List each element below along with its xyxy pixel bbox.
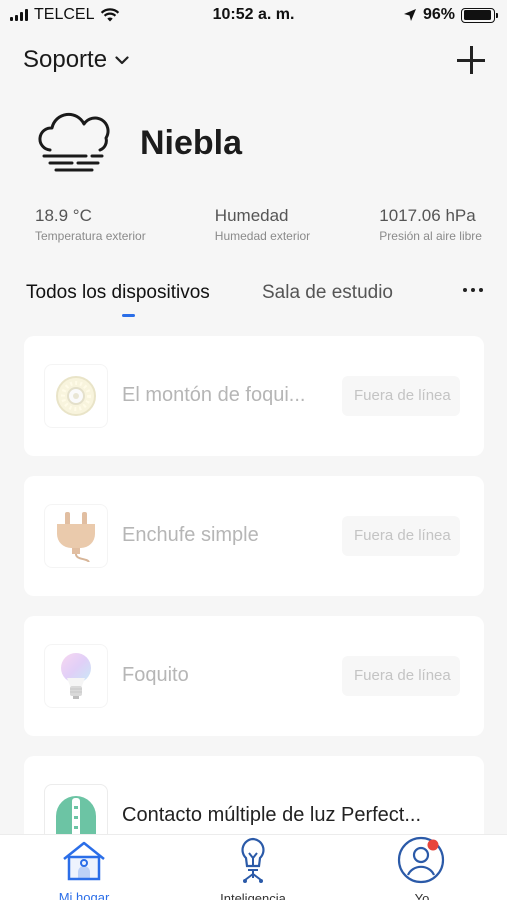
device-card[interactable]: Enchufe simple Fuera de línea <box>24 476 484 596</box>
stat-value: 1017.06 hPa <box>379 206 476 225</box>
active-tab-indicator <box>122 314 135 317</box>
device-name: Contacto múltiple de luz Perfect... <box>122 804 422 826</box>
light-strip-icon <box>44 364 108 428</box>
stat-label: Humedad exterior <box>214 229 311 243</box>
battery-icon <box>461 7 498 23</box>
room-tabs: Todos los dispositivos Sala de estudio <box>26 278 483 324</box>
profile-icon <box>397 836 445 884</box>
weather-summary: Niebla <box>36 112 242 174</box>
bottom-navigation: Mi hogar Inteligencia Yo <box>0 834 507 900</box>
location-arrow-icon <box>403 9 416 21</box>
offline-badge: Fuera de línea <box>342 376 460 416</box>
more-icon[interactable] <box>463 282 483 292</box>
weather-stats: 18.9 °C Temperatura exterior Humedad Hum… <box>35 206 482 243</box>
plug-icon <box>44 504 108 568</box>
stat-temperature: 18.9 °C Temperatura exterior <box>35 206 146 243</box>
nav-label: Yo <box>414 891 430 900</box>
nav-smart[interactable]: Inteligencia <box>193 835 313 900</box>
bulb-icon <box>44 644 108 708</box>
status-bar: TELCEL 10:52 a. m. 96% <box>0 0 507 32</box>
battery-percent: 96% <box>422 6 455 23</box>
device-card[interactable]: Foquito Fuera de línea <box>24 616 484 736</box>
nav-label: Mi hogar <box>58 890 110 900</box>
device-card[interactable]: El montón de foqui... Fuera de línea <box>24 336 484 456</box>
stat-label: Presión al aire libre <box>379 229 482 243</box>
nav-home[interactable]: Mi hogar <box>24 835 144 900</box>
offline-badge: Fuera de línea <box>342 656 460 696</box>
stat-value: 18.9 °C <box>35 206 92 225</box>
device-name: Foquito <box>122 664 189 686</box>
home-selector[interactable]: Soporte <box>23 46 129 74</box>
nav-me[interactable]: Yo <box>362 835 482 900</box>
home-header: Soporte <box>23 40 485 80</box>
nav-label: Inteligencia <box>220 891 286 900</box>
home-name: Soporte <box>23 46 108 73</box>
tab-all-devices[interactable]: Todos los dispositivos <box>26 282 210 304</box>
stat-pressure: 1017.06 hPa Presión al aire libre <box>379 206 482 243</box>
add-device-button[interactable] <box>457 46 485 74</box>
stat-label: Temperatura exterior <box>35 229 146 243</box>
home-icon <box>63 841 105 881</box>
weather-condition: Niebla <box>140 123 243 162</box>
chevron-down-icon <box>115 55 129 64</box>
fog-cloud-icon <box>38 112 110 172</box>
stat-humidity: Humedad Humedad exterior <box>215 206 310 243</box>
tab-study-room[interactable]: Sala de estudio <box>262 282 393 304</box>
smart-bulb-icon <box>241 837 265 883</box>
device-name: El montón de foqui... <box>122 384 306 406</box>
offline-badge: Fuera de línea <box>342 516 460 556</box>
device-name: Enchufe simple <box>122 524 259 546</box>
battery-info: 96% <box>403 6 498 24</box>
stat-value: Humedad <box>214 206 289 225</box>
battery-level-fill <box>463 10 492 20</box>
